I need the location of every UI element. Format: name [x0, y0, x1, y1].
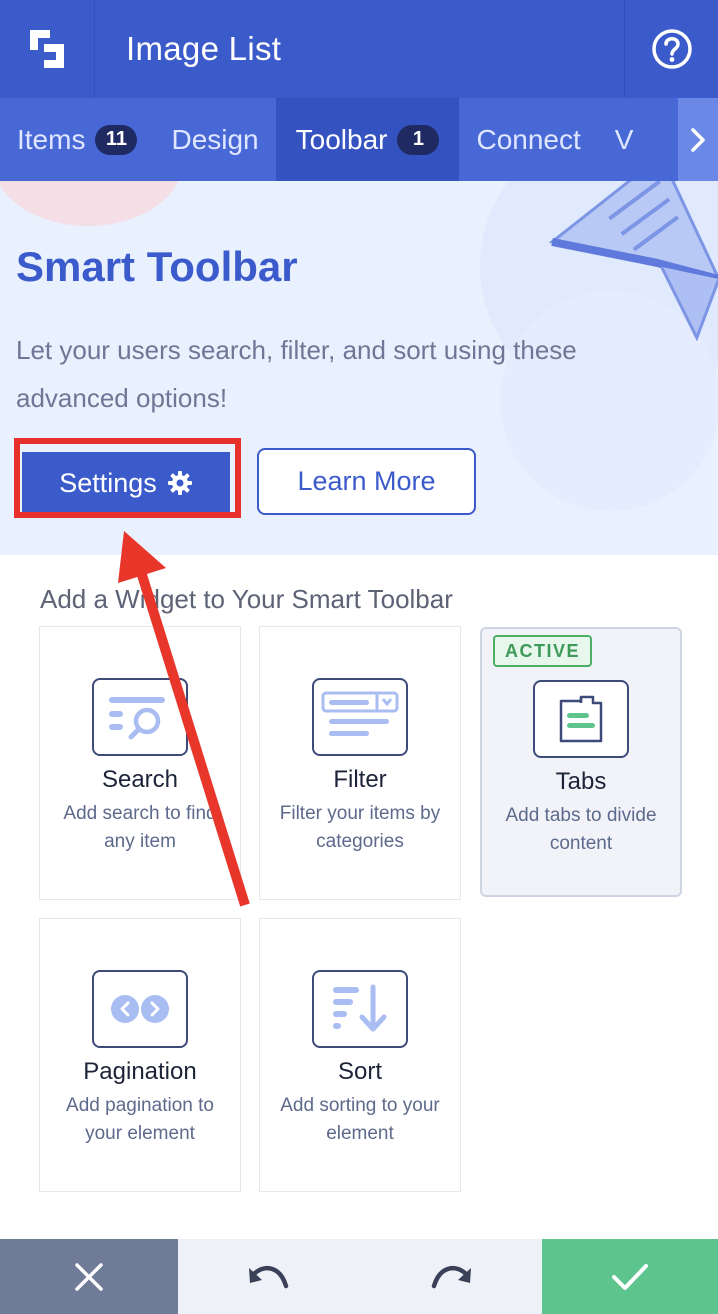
gear-icon	[167, 471, 192, 495]
widget-description: Filter your items by categories	[279, 803, 441, 852]
help-button[interactable]	[624, 0, 718, 98]
widget-card-search[interactable]: Search Add search to find any item	[39, 626, 241, 900]
widget-card-pagination[interactable]: Pagination Add pagination to your elemen…	[39, 918, 241, 1192]
widget-description: Add pagination to your element	[66, 1095, 214, 1144]
redo-button[interactable]	[360, 1239, 542, 1314]
tab-label: Items	[17, 123, 86, 155]
tab-scroll-right-button[interactable]	[678, 98, 718, 181]
smart-toolbar-hero: Smart Toolbar Let your users search, fil…	[0, 181, 718, 555]
settings-button-label: Settings	[59, 467, 157, 498]
logo-icon	[30, 30, 64, 68]
widget-title: Pagination	[83, 1058, 197, 1085]
widget-title: Filter	[333, 766, 387, 793]
action-footer	[0, 1239, 718, 1314]
tab-design[interactable]: Design	[154, 98, 275, 181]
tab-items[interactable]: Items 11	[0, 98, 154, 181]
page-title: Image List	[126, 30, 282, 67]
tab-toolbar[interactable]: Toolbar 1	[275, 98, 460, 181]
tab-label: Toolbar	[295, 123, 388, 155]
widget-title: Tabs	[555, 768, 607, 795]
chevron-right-icon	[691, 127, 705, 152]
tab-label: Design	[171, 123, 259, 155]
widget-title: Search	[101, 766, 179, 793]
tab-connect[interactable]: Connect	[459, 98, 597, 181]
close-icon	[75, 1262, 103, 1291]
hero-description: Let your users search, filter, and sort …	[16, 335, 577, 413]
hero-title: Smart Toolbar	[16, 243, 298, 290]
tab-more[interactable]: V	[598, 98, 651, 181]
sort-widget-icon	[312, 970, 408, 1048]
pagination-widget-icon	[92, 970, 188, 1048]
widget-card-tabs[interactable]: ACTIVE Tabs Add tabs to divide content	[480, 627, 682, 897]
undo-icon	[249, 1265, 289, 1288]
widget-card-filter[interactable]: Filter Filter your items by categories	[259, 626, 461, 900]
redo-icon	[431, 1265, 471, 1288]
search-widget-icon	[92, 678, 188, 756]
app-header: Image List	[0, 0, 718, 98]
tabs-widget-icon	[533, 680, 629, 758]
active-status-badge: ACTIVE	[493, 635, 593, 667]
tab-count-badge: 11	[95, 124, 138, 155]
help-icon	[651, 29, 692, 69]
widget-title: Sort	[337, 1058, 382, 1085]
tab-count-badge: 1	[397, 124, 440, 155]
checkmark-icon	[612, 1263, 648, 1290]
tab-label: Connect	[476, 123, 581, 155]
widget-card-sort[interactable]: Sort Add sorting to your element	[259, 918, 461, 1192]
tab-label: V	[614, 123, 634, 155]
app-logo[interactable]	[0, 0, 95, 98]
undo-button[interactable]	[178, 1239, 360, 1314]
tab-bar: Items 11 Design Toolbar 1 Connect V	[0, 98, 718, 181]
widget-description: Add tabs to divide content	[505, 805, 657, 854]
widget-description: Add sorting to your element	[280, 1095, 440, 1144]
settings-button[interactable]: Settings	[22, 452, 230, 514]
confirm-button[interactable]	[542, 1239, 718, 1314]
learn-more-button[interactable]: Learn More	[257, 448, 476, 515]
filter-widget-icon	[312, 678, 408, 756]
widgets-section-title: Add a Widget to Your Smart Toolbar	[40, 584, 453, 614]
widget-description: Add search to find any item	[63, 803, 217, 852]
cancel-button[interactable]	[0, 1239, 178, 1314]
